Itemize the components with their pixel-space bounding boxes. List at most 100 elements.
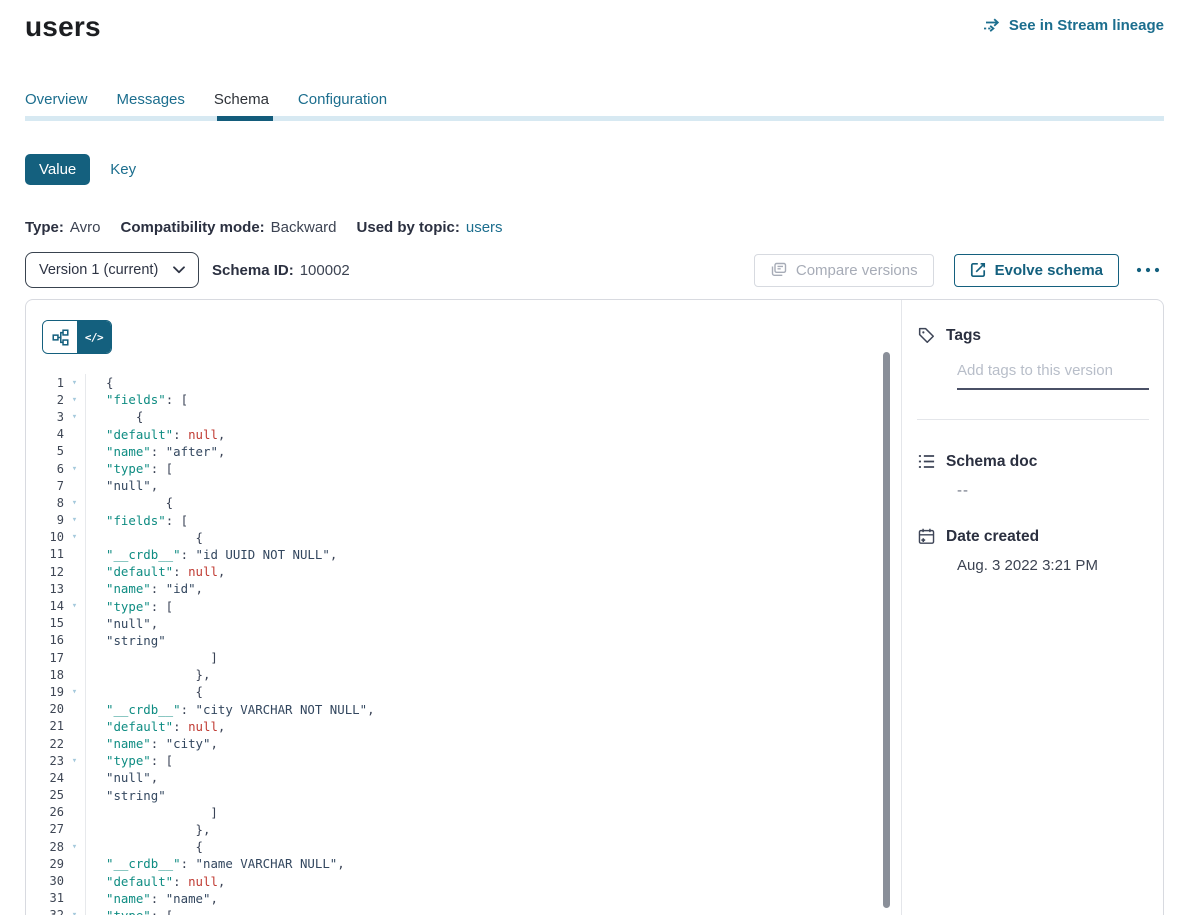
code-text: "name": "city",: [85, 735, 901, 752]
compatibility-value: Backward: [271, 219, 337, 236]
value-key-toggle: Value Key: [25, 154, 1164, 185]
code-line: 22 "name": "city",: [26, 735, 901, 752]
line-number: 25: [26, 788, 64, 802]
value-toggle-button[interactable]: Value: [25, 154, 90, 185]
code-line: 8▾ {: [26, 494, 901, 511]
line-number: 29: [26, 857, 64, 871]
code-text: "null",: [85, 769, 901, 786]
code-text: "string": [85, 787, 901, 804]
code-text: "fields": [: [85, 512, 901, 529]
tree-view-icon: [52, 329, 69, 346]
tab-configuration[interactable]: Configuration: [298, 91, 387, 116]
code-line: 7 "null",: [26, 477, 901, 494]
stream-lineage-icon: [983, 17, 1002, 34]
code-text: "name": "name",: [85, 890, 901, 907]
code-line: 21 "default": null,: [26, 718, 901, 735]
fold-toggle-icon[interactable]: ▾: [64, 464, 85, 474]
fold-toggle-icon[interactable]: ▾: [64, 532, 85, 542]
schema-doc-title: Schema doc: [946, 453, 1037, 471]
code-line: 28▾ {: [26, 838, 901, 855]
compare-versions-button[interactable]: Compare versions: [754, 254, 934, 287]
line-number: 23: [26, 754, 64, 768]
schema-meta-row: Type: Avro Compatibility mode: Backward …: [25, 219, 1164, 236]
fold-toggle-icon[interactable]: ▾: [64, 395, 85, 405]
line-number: 19: [26, 685, 64, 699]
fold-toggle-icon[interactable]: ▾: [64, 378, 85, 388]
editor-view-toggle: </>: [42, 320, 112, 354]
fold-toggle-icon[interactable]: ▾: [64, 842, 85, 852]
code-line: 31 "name": "name",: [26, 890, 901, 907]
fold-toggle-icon[interactable]: ▾: [64, 687, 85, 697]
tab-schema[interactable]: Schema: [214, 91, 269, 116]
version-select-value: Version 1 (current): [39, 262, 158, 278]
sidebar-divider: [917, 419, 1149, 420]
more-options-button[interactable]: [1132, 263, 1164, 277]
date-created-section: Date created Aug. 3 2022 3:21 PM: [917, 527, 1149, 574]
evolve-schema-button[interactable]: Evolve schema: [954, 254, 1119, 287]
line-number: 18: [26, 668, 64, 682]
code-line: 27 },: [26, 821, 901, 838]
code-text: "null",: [85, 615, 901, 632]
tree-view-button[interactable]: [43, 321, 77, 353]
line-number: 16: [26, 633, 64, 647]
tags-title: Tags: [946, 327, 981, 345]
line-number: 24: [26, 771, 64, 785]
code-text: ]: [85, 804, 901, 821]
stream-lineage-link[interactable]: See in Stream lineage: [983, 17, 1164, 34]
compare-versions-icon: [770, 262, 787, 278]
line-number: 11: [26, 547, 64, 561]
line-number: 9: [26, 513, 64, 527]
fold-toggle-icon[interactable]: ▾: [64, 515, 85, 525]
page-header: users See in Stream lineage: [25, 0, 1164, 44]
code-text: },: [85, 666, 901, 683]
version-select[interactable]: Version 1 (current): [25, 252, 199, 288]
editor-scrollbar-thumb[interactable]: [883, 352, 890, 908]
line-number: 14: [26, 599, 64, 613]
tags-input[interactable]: [957, 360, 1149, 390]
tags-section: Tags: [917, 326, 1149, 390]
code-line: 5 "name": "after",: [26, 443, 901, 460]
code-line: 2▾ "fields": [: [26, 391, 901, 408]
schema-doc-section: Schema doc --: [917, 452, 1149, 499]
code-line: 14▾ "type": [: [26, 597, 901, 614]
tab-messages[interactable]: Messages: [117, 91, 185, 116]
edit-schema-icon: [970, 262, 986, 278]
line-number: 8: [26, 496, 64, 510]
fold-toggle-icon[interactable]: ▾: [64, 601, 85, 611]
code-line: 16 "string": [26, 632, 901, 649]
code-text: "__crdb__": "city VARCHAR NOT NULL",: [85, 701, 901, 718]
fold-toggle-icon[interactable]: ▾: [64, 498, 85, 508]
line-number: 22: [26, 737, 64, 751]
line-number: 20: [26, 702, 64, 716]
schema-doc-header: Schema doc: [917, 452, 1149, 471]
schema-page: users See in Stream lineage Overview Mes…: [0, 0, 1189, 916]
line-number: 30: [26, 874, 64, 888]
code-text: ]: [85, 649, 901, 666]
code-line: 29 "__crdb__": "name VARCHAR NULL",: [26, 855, 901, 872]
used-by-topic-label: Used by topic:: [357, 219, 460, 236]
code-line: 30 "default": null,: [26, 872, 901, 889]
type-value: Avro: [70, 219, 101, 236]
code-editor: 1▾{2▾ "fields": [3▾ {4 "default": null,5…: [26, 374, 901, 915]
code-text: {: [85, 494, 901, 511]
fold-toggle-icon[interactable]: ▾: [64, 412, 85, 422]
fold-toggle-icon[interactable]: ▾: [64, 910, 85, 915]
code-view-button[interactable]: </>: [77, 321, 111, 353]
code-text: "type": [: [85, 597, 901, 614]
code-line: 6▾ "type": [: [26, 460, 901, 477]
line-number: 3: [26, 410, 64, 424]
code-line: 11 "__crdb__": "id UUID NOT NULL",: [26, 546, 901, 563]
line-number: 5: [26, 444, 64, 458]
fold-toggle-icon[interactable]: ▾: [64, 756, 85, 766]
topic-link[interactable]: users: [466, 219, 503, 236]
schema-id-value: 100002: [300, 262, 350, 279]
line-number: 6: [26, 462, 64, 476]
code-text: "fields": [: [85, 391, 901, 408]
tab-overview[interactable]: Overview: [25, 91, 88, 116]
key-toggle-button[interactable]: Key: [96, 154, 150, 185]
list-icon: [917, 452, 936, 471]
line-number: 13: [26, 582, 64, 596]
code-text: {: [85, 374, 901, 391]
tags-header: Tags: [917, 326, 1149, 345]
code-line: 15 "null",: [26, 615, 901, 632]
